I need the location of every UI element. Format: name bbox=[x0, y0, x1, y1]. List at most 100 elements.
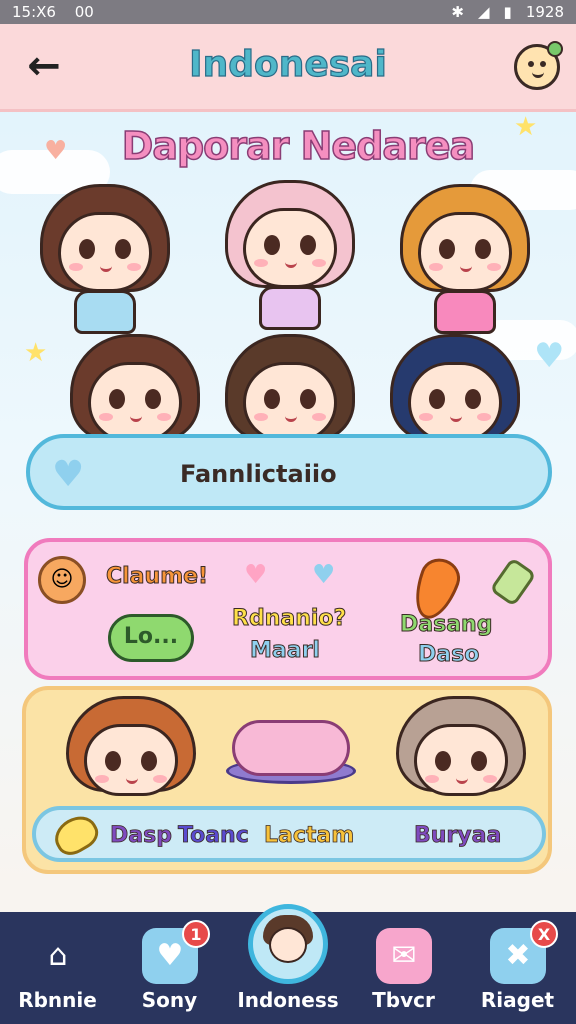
mid-label-2: Maarl bbox=[250, 638, 321, 664]
heart-icon: ♥ bbox=[52, 454, 85, 495]
home-icon: ⌂ bbox=[48, 938, 68, 973]
eye bbox=[475, 239, 491, 259]
fan-bar[interactable]: ♥ Fannlictaiio bbox=[26, 434, 552, 510]
heart-sparkle-icon: ♥ bbox=[44, 136, 68, 166]
app-header: ← Indonesai bbox=[0, 24, 576, 112]
character-face bbox=[243, 362, 337, 442]
status-right: ✱ ◢ ▮ 1928 bbox=[451, 3, 564, 21]
blush bbox=[312, 413, 326, 421]
nav-label: Rbnnie bbox=[18, 988, 97, 1012]
mascot-leaf bbox=[547, 41, 563, 57]
blush bbox=[157, 413, 171, 421]
feature-label-4: Buryaa bbox=[414, 823, 502, 849]
nav-label: Riaget bbox=[480, 988, 555, 1012]
signal-icon: ◢ bbox=[478, 3, 490, 21]
candy-icon[interactable] bbox=[232, 720, 350, 776]
eye bbox=[300, 235, 316, 255]
feature-label-1: Dasp bbox=[110, 823, 173, 849]
heart-icon: ♥ bbox=[244, 560, 268, 590]
blush bbox=[419, 413, 433, 421]
avatar-face bbox=[269, 927, 307, 963]
feature-label-3: Lactam bbox=[264, 823, 355, 849]
reward-panel: ☺ Claume! ♥ ♥ Lo... Rdnanio? Maarl Dasan… bbox=[24, 538, 552, 680]
eye bbox=[105, 751, 121, 771]
eye bbox=[429, 389, 445, 409]
right-label-2: Daso bbox=[417, 642, 480, 668]
mid-label-1: Rdnanio? bbox=[231, 606, 347, 632]
character-1[interactable] bbox=[30, 178, 180, 338]
mouth bbox=[126, 777, 138, 784]
character-face bbox=[58, 212, 152, 292]
feature-label-2: Toanc bbox=[178, 823, 250, 849]
eye bbox=[141, 751, 157, 771]
nav-item-home[interactable]: ⌂ Rbnnie bbox=[0, 912, 115, 1024]
page-title: Indonesai bbox=[189, 43, 388, 85]
status-bar: 15:X6 00 ✱ ◢ ▮ 1928 bbox=[0, 0, 576, 24]
eye bbox=[109, 389, 125, 409]
close-badge: X bbox=[530, 920, 558, 948]
blush bbox=[425, 775, 439, 783]
eye bbox=[439, 239, 455, 259]
blush bbox=[429, 263, 443, 271]
mouth bbox=[456, 777, 468, 784]
nav-item-indoness[interactable]: Indoness bbox=[230, 904, 346, 1024]
chat-bubble-icon[interactable]: Lo... bbox=[108, 614, 194, 662]
eye bbox=[145, 389, 161, 409]
eye bbox=[115, 239, 131, 259]
status-time: 15:X6 bbox=[12, 3, 56, 21]
character-8[interactable] bbox=[386, 690, 536, 800]
bottle-icon bbox=[489, 557, 537, 607]
blush bbox=[153, 775, 167, 783]
blush bbox=[254, 413, 268, 421]
right-label-1: Dasang bbox=[399, 612, 493, 638]
nav-label: Tbvcr bbox=[372, 988, 435, 1012]
feature-panel: Dasp Toanc Lactam Buryaa bbox=[22, 686, 552, 874]
character-body bbox=[259, 286, 321, 330]
nav-label: Sony bbox=[141, 988, 198, 1012]
character-3[interactable] bbox=[390, 178, 540, 338]
character-face bbox=[84, 724, 178, 796]
character-face bbox=[408, 362, 502, 442]
mascot-face-icon[interactable] bbox=[514, 41, 563, 90]
fan-bar-label: Fannlictaiio bbox=[180, 460, 337, 488]
blush bbox=[127, 263, 141, 271]
eye bbox=[435, 751, 451, 771]
mouth bbox=[100, 265, 112, 272]
status-time-group: 15:X6 00 bbox=[12, 3, 94, 21]
blush bbox=[483, 775, 497, 783]
mail-icon: ✉ bbox=[376, 928, 432, 984]
nav-item-riaget[interactable]: ✖ X Riaget bbox=[460, 912, 575, 1024]
mouth bbox=[285, 415, 297, 422]
blush bbox=[99, 413, 113, 421]
nav-item-tbvcr[interactable]: ✉ Tbvcr bbox=[346, 912, 461, 1024]
blush bbox=[312, 259, 326, 267]
character-2[interactable] bbox=[215, 174, 365, 334]
mascot-mouth bbox=[532, 71, 544, 78]
character-face bbox=[243, 208, 337, 288]
nav-item-sony[interactable]: ♥ 1 Sony bbox=[112, 912, 227, 1024]
claim-label[interactable]: Claume! bbox=[105, 564, 208, 590]
eye bbox=[465, 389, 481, 409]
blush bbox=[254, 259, 268, 267]
mouth bbox=[130, 415, 142, 422]
notification-badge: 1 bbox=[182, 920, 210, 948]
star-sparkle-icon: ★ bbox=[514, 112, 538, 142]
blush bbox=[69, 263, 83, 271]
character-7[interactable] bbox=[56, 690, 206, 800]
bottom-nav: ⌂ Rbnnie ♥ 1 Sony Indoness ✉ Tbvcr ✖ X R… bbox=[0, 904, 576, 1024]
heart-icon: ♥ bbox=[312, 560, 336, 590]
cookie-face-icon: ☺ bbox=[38, 556, 86, 604]
mouth bbox=[285, 261, 297, 268]
eye bbox=[79, 239, 95, 259]
character-face bbox=[418, 212, 512, 292]
blush bbox=[95, 775, 109, 783]
eye bbox=[264, 235, 280, 255]
character-face bbox=[88, 362, 182, 442]
feature-bar[interactable]: Dasp Toanc Lactam Buryaa bbox=[32, 806, 546, 862]
eye bbox=[471, 751, 487, 771]
bluetooth-icon: ✱ bbox=[451, 3, 464, 21]
status-clock: 1928 bbox=[525, 3, 564, 21]
banner-title: Daporar Nedarea bbox=[121, 123, 476, 169]
avatar-icon bbox=[248, 904, 328, 984]
blush bbox=[487, 263, 501, 271]
